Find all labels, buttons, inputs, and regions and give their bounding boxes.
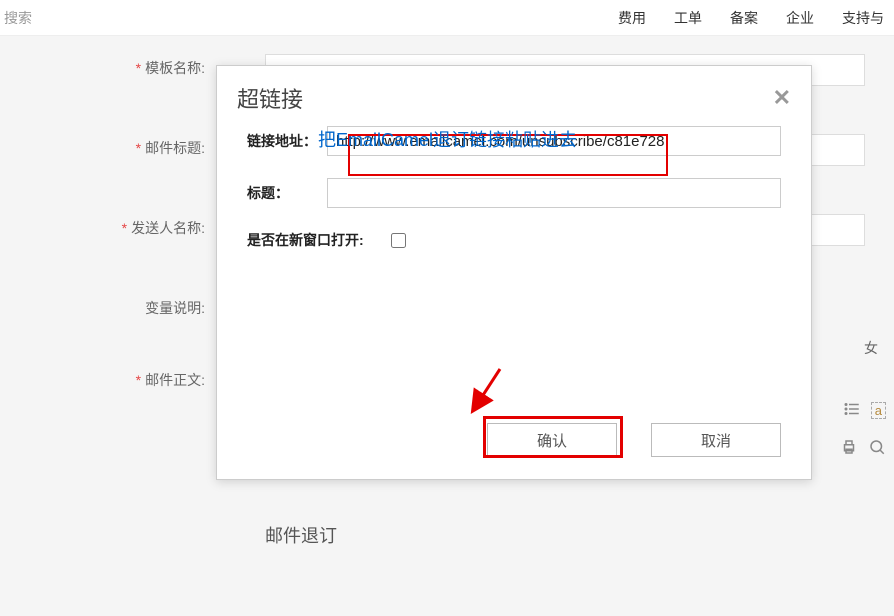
- font-style-icon[interactable]: a: [871, 402, 886, 419]
- label-url: 链接地址：: [247, 131, 327, 151]
- label-new-window: 是否在新窗口打开:: [247, 230, 387, 250]
- search-input-placeholder[interactable]: 搜索: [0, 8, 32, 28]
- modal-footer: 确认 取消: [487, 423, 781, 457]
- nav-enterprise[interactable]: 企业: [786, 8, 814, 28]
- body-unsubscribe-text: 邮件退订: [265, 522, 463, 548]
- cancel-button[interactable]: 取消: [651, 423, 781, 457]
- list-icon[interactable]: [843, 400, 861, 421]
- label-link-title: 标题：: [247, 183, 327, 203]
- nav-ticket[interactable]: 工单: [674, 8, 702, 28]
- nav-icp[interactable]: 备案: [730, 8, 758, 28]
- print-icon[interactable]: [840, 438, 858, 459]
- modal-title: 超链接: [237, 82, 303, 114]
- label-email-body: *邮件正文:: [0, 366, 205, 390]
- close-icon[interactable]: ✕: [773, 85, 791, 111]
- label-template-name: *模板名称:: [0, 54, 205, 78]
- confirm-button[interactable]: 确认: [487, 423, 617, 457]
- row-link-title: 标题：: [247, 178, 781, 208]
- label-var-desc: 变量说明:: [0, 294, 205, 318]
- row-new-window: 是否在新窗口打开:: [247, 230, 781, 250]
- nav-fee[interactable]: 费用: [618, 8, 646, 28]
- title-input[interactable]: [327, 178, 781, 208]
- gender-female: 女: [864, 338, 878, 358]
- search-icon[interactable]: [868, 438, 886, 459]
- new-window-checkbox[interactable]: [391, 233, 406, 248]
- nav-support[interactable]: 支持与: [842, 8, 884, 28]
- topbar: 搜索 费用 工单 备案 企业 支持与: [0, 0, 894, 36]
- label-email-title: *邮件标题:: [0, 134, 205, 158]
- label-sender-name: *发送人名称:: [0, 214, 205, 238]
- nav-links: 费用 工单 备案 企业 支持与: [618, 8, 884, 28]
- editor-toolbar-row1: a: [843, 400, 886, 421]
- annotation-text: 把EmailCamel退订链接粘贴进去: [318, 126, 577, 152]
- modal-header: 超链接 ✕: [217, 66, 811, 126]
- editor-toolbar-row2: [840, 438, 886, 459]
